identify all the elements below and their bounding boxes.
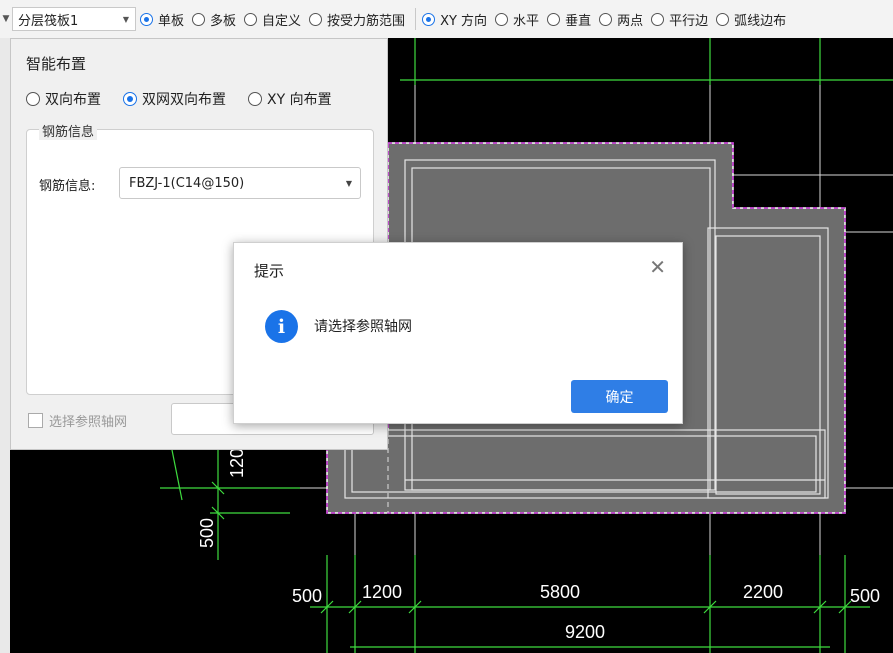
group-title: 钢筋信息 — [39, 121, 98, 140]
checkbox-label: 选择参照轴网 — [49, 415, 128, 430]
radio-label: 按受力筋范围 — [327, 13, 406, 29]
radio-single-board[interactable]: 单板 — [140, 10, 184, 29]
radio-dot — [651, 12, 665, 26]
radio-label: XY 向布置 — [267, 92, 332, 108]
chevron-down-icon: ▼ — [122, 14, 129, 24]
dim-500-right: 500 — [850, 586, 880, 606]
radio-dot — [422, 12, 436, 26]
dim-5800: 5800 — [540, 582, 580, 602]
radio-multi-board[interactable]: 多板 — [192, 10, 236, 29]
radio-label: 水平 — [513, 13, 540, 29]
radio-dot — [716, 12, 730, 26]
layout-options: 双向布置 双网双向布置 XY 向布置 — [26, 89, 354, 109]
radio-label: 单板 — [158, 13, 185, 29]
panel-title: 智能布置 — [26, 55, 87, 73]
radio-dot — [599, 12, 613, 26]
rebar-info-label: 钢筋信息: — [39, 179, 96, 194]
radio-two-points[interactable]: 两点 — [599, 10, 643, 29]
left-edge-strip — [0, 38, 10, 653]
radio-label: 自定义 — [262, 13, 302, 29]
dim-1200: 1200 — [362, 582, 402, 602]
ok-button[interactable]: 确定 — [571, 380, 668, 413]
rebar-select-value: FBZJ-1(C14@150) — [129, 175, 245, 191]
dim-2200: 2200 — [743, 582, 783, 602]
radio-dot — [248, 92, 262, 106]
radio-dot — [244, 12, 258, 26]
chevron-down-icon: ▼ — [345, 178, 352, 188]
dim-500-left: 500 — [292, 586, 322, 606]
radio-double-net-bidirectional[interactable]: 双网双向布置 — [123, 89, 226, 109]
prompt-dialog: 提示 ✕ i 请选择参照轴网 确定 — [233, 242, 683, 424]
radio-label: XY 方向 — [440, 13, 488, 29]
radio-dot — [140, 12, 153, 26]
radio-label: 垂直 — [565, 13, 592, 29]
radio-dot — [192, 12, 206, 26]
radio-by-rebar-range[interactable]: 按受力筋范围 — [309, 10, 405, 29]
dim-total: 9200 — [565, 622, 605, 642]
radio-arc-edge[interactable]: 弧线边布 — [716, 10, 786, 29]
layer-select-value: 分层筏板1 — [18, 13, 79, 29]
rebar-info-select[interactable]: FBZJ-1(C14@150) ▼ — [119, 167, 361, 199]
dialog-message: 请选择参照轴网 — [314, 319, 412, 335]
radio-xy-direction[interactable]: XY 方向 — [422, 10, 487, 29]
radio-label: 双向布置 — [45, 92, 101, 108]
radio-dot — [26, 92, 40, 106]
close-icon[interactable]: ✕ — [649, 255, 666, 279]
radio-custom[interactable]: 自定义 — [244, 10, 301, 29]
top-toolbar: ▼ 分层筏板1 ▼ 单板 多板 自定义 按受力筋范围 XY 方向 水平 垂直 两… — [0, 0, 893, 39]
radio-xy-layout[interactable]: XY 向布置 — [248, 89, 332, 109]
dialog-title: 提示 — [254, 262, 285, 280]
radio-label: 弧线边布 — [734, 13, 787, 29]
dim-left-500: 500 — [197, 518, 217, 548]
checkbox-box — [28, 413, 43, 428]
radio-label: 两点 — [617, 13, 644, 29]
radio-label: 平行边 — [669, 13, 709, 29]
layer-select[interactable]: 分层筏板1 ▼ — [12, 7, 136, 31]
radio-label: 双网双向布置 — [142, 92, 226, 108]
radio-dot — [547, 12, 561, 26]
radio-parallel-edge[interactable]: 平行边 — [651, 10, 708, 29]
radio-dot — [123, 92, 137, 106]
radio-dot — [309, 12, 323, 26]
radio-horizontal[interactable]: 水平 — [495, 10, 539, 29]
caret-down-icon[interactable]: ▼ — [0, 14, 12, 24]
toolbar-separator — [415, 8, 417, 30]
radio-bidirectional[interactable]: 双向布置 — [26, 89, 101, 109]
radio-vertical[interactable]: 垂直 — [547, 10, 591, 29]
select-reference-grid-checkbox[interactable]: 选择参照轴网 — [28, 411, 127, 430]
radio-dot — [495, 12, 509, 26]
info-icon: i — [265, 310, 298, 343]
radio-label: 多板 — [210, 13, 237, 29]
